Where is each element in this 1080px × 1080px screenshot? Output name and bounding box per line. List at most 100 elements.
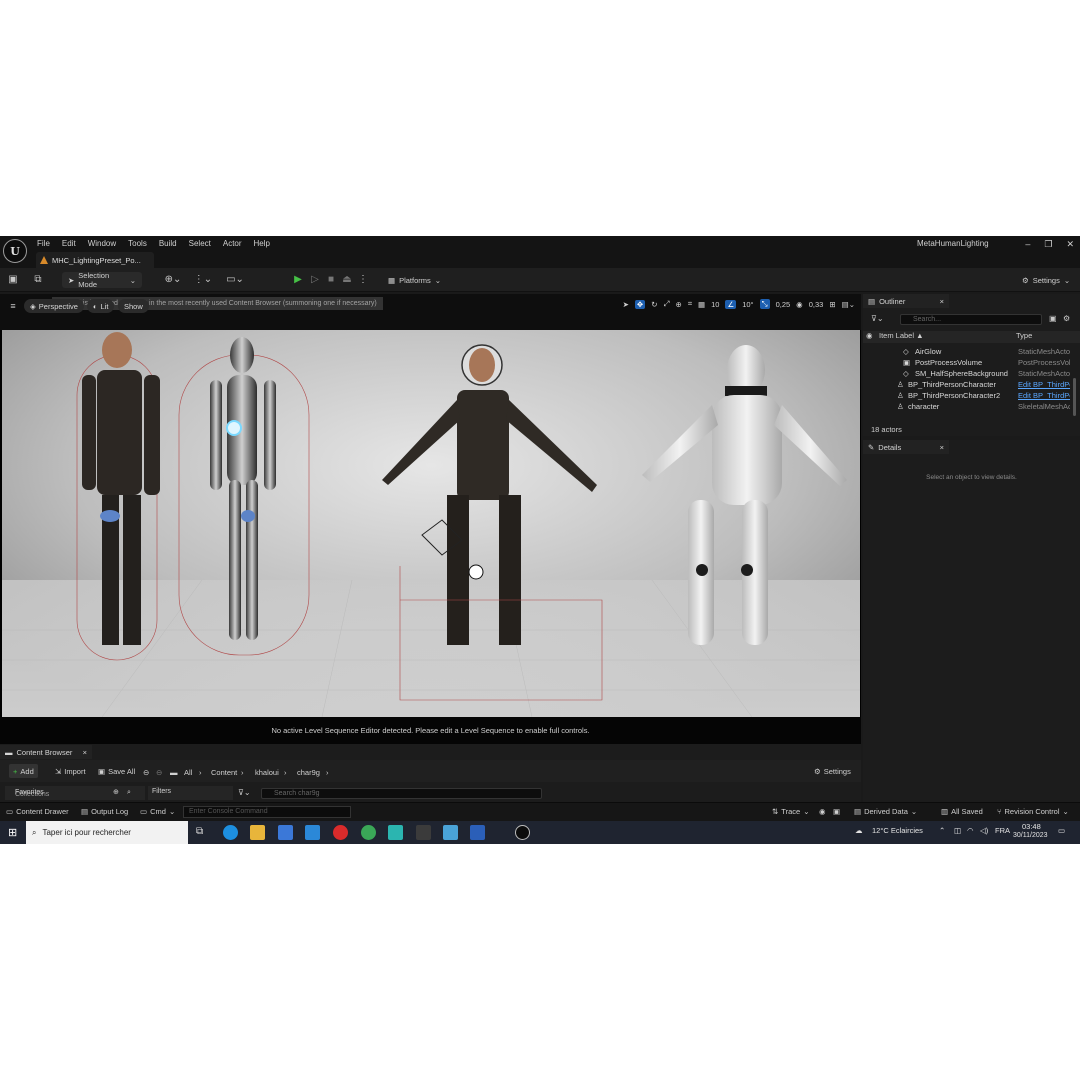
close-button[interactable]: ✕ [1066,239,1074,250]
menu-select[interactable]: Select [189,238,218,250]
edit-blueprint-link[interactable]: Edit BP_ThirdPe [1018,379,1070,390]
menu-actor[interactable]: Actor [223,238,249,250]
search-icon[interactable]: ⌕ [127,786,131,800]
menu-edit[interactable]: Edit [62,238,83,250]
outliner-search-input[interactable]: Search... [900,314,1042,325]
content-search-input[interactable]: Search char9g [261,788,542,799]
translate-tool-icon[interactable]: ✥ [634,299,646,309]
maximize-button[interactable]: ❐ [1044,239,1052,250]
scale-snap-icon[interactable]: ⤡ [759,299,770,309]
level-viewport[interactable]: ≡ Finds this level and selects it in the… [0,294,861,745]
grid-snap-icon[interactable]: ▦ [698,300,705,309]
minimize-button[interactable]: – [1025,239,1030,250]
security-icon[interactable] [416,825,431,840]
task-view-icon[interactable]: ⧉ [196,826,203,837]
menu-window[interactable]: Window [88,238,123,250]
chrome-icon[interactable] [361,825,376,840]
camera-speed-icon[interactable]: ◉ [796,300,803,309]
menu-help[interactable]: Help [254,238,277,250]
add-button[interactable]: + Add [9,764,38,778]
stop-icon[interactable]: ■ [324,273,338,287]
save-icon[interactable]: ▣ [6,273,20,287]
taskbar-search[interactable]: ⌕ Taper ici pour rechercher [26,821,188,844]
clock-date[interactable]: 30/11/2023 [1013,832,1048,839]
filter-icon[interactable]: ⊽⌄ [238,788,251,797]
grid-snap-value[interactable]: 10 [711,300,719,309]
outliner-row-halfsphere[interactable]: ◇ SM_HalfSphereBackground StaticMeshActo… [863,368,1080,379]
blueprint-icon[interactable]: ⋮⌄ [192,273,214,287]
edge-icon[interactable] [223,825,238,840]
outliner-row-airglow[interactable]: ◇ AirGlow StaticMeshActor [863,346,1080,357]
unreal-logo-icon[interactable]: U [3,239,27,263]
browse-level-icon[interactable]: ⧉ [31,273,45,287]
edit-blueprint-link[interactable]: Edit BP_ThirdPe [1018,390,1070,401]
tab-content-browser[interactable]: ▬ Content Browser × [0,745,92,759]
layout-icon[interactable]: ⊞ [829,300,835,309]
play-options-icon[interactable]: ⋮ [356,273,370,287]
outliner-scrollbar[interactable] [1073,378,1076,416]
menu-tools[interactable]: Tools [128,238,154,250]
viewport-layout-icon[interactable]: ▤⌄ [842,300,855,309]
rotation-snap-icon[interactable]: ∠ [725,299,737,309]
app-icon[interactable] [443,825,458,840]
outliner-row-bp-thirdperson2[interactable]: ♙ BP_ThirdPersonCharacter2 Edit BP_Third… [863,390,1080,401]
play-icon[interactable]: ▶ [291,273,305,287]
content-drawer-button[interactable]: ▭ Content Drawer [6,807,69,816]
new-folder-icon[interactable]: ▣ [1049,314,1057,323]
breadcrumb-content[interactable]: Content [211,768,237,777]
console-input[interactable]: Enter Console Command [183,806,351,818]
unreal-taskbar-icon[interactable] [515,825,530,840]
surface-snap-icon[interactable]: ⌗ [688,299,692,309]
history-forward-icon[interactable]: ⊖ [156,768,162,777]
selection-mode-dropdown[interactable]: ➤ Selection Mode ⌄ [62,271,142,289]
close-icon[interactable]: × [83,748,87,757]
level-tab[interactable]: MHC_LightingPreset_Po... [36,252,154,268]
sources-panel-header[interactable]: Favorites Collections ⊕ ⌕ [5,786,145,800]
show-button[interactable]: Show [118,299,149,313]
eye-icon[interactable]: ◉ [866,331,873,340]
store-icon[interactable] [278,825,293,840]
rotation-snap-value[interactable]: 10° [742,300,753,309]
weather-label[interactable]: 12°C Eclaircies [872,826,923,835]
tray-chevron-icon[interactable]: ⌃ [939,826,945,835]
all-saved-button[interactable]: ▥ All Saved [941,807,983,816]
settings-dropdown[interactable]: ⚙ Settings ⌄ [1016,272,1076,288]
scale-tool-icon[interactable]: ⤢ [664,299,670,309]
outliner-row-character[interactable]: ♙ character SkeletalMeshActor [863,401,1080,412]
clock-time[interactable]: 03:48 [1022,822,1041,831]
weather-icon[interactable]: ☁ [855,826,863,835]
file-explorer-icon[interactable] [250,825,265,840]
derived-data-dropdown[interactable]: ▤ Derived Data ⌄ [854,807,917,816]
perspective-button[interactable]: ◈ Perspective [24,299,84,313]
save-all-button[interactable]: ▣ Save All [94,764,139,778]
platforms-dropdown[interactable]: ▦ Platforms ⌄ [382,272,447,288]
lit-button[interactable]: ◐ Lit [87,299,115,313]
output-log-button[interactable]: ▤ Output Log [81,807,128,816]
record-icon[interactable]: ◉ [819,807,826,816]
scale-snap-value[interactable]: 0,25 [776,300,791,309]
breadcrumb-all[interactable]: All [184,768,192,777]
add-collection-icon[interactable]: ⊕ [113,786,119,800]
menu-file[interactable]: File [37,238,57,250]
screenshot-icon[interactable]: ▣ [833,807,840,816]
windows-start-icon[interactable]: ⊞ [8,826,17,839]
outliner-row-postprocessvolume[interactable]: ▣ PostProcessVolume PostProcessVolume [863,357,1080,368]
step-icon[interactable]: ▷ [308,273,322,287]
outliner-row-bp-thirdperson[interactable]: ♙ BP_ThirdPersonCharacter Edit BP_ThirdP… [863,379,1080,390]
cinematics-icon[interactable]: ▭⌄ [224,273,246,287]
hamburger-icon[interactable]: ≡ [6,299,20,313]
notifications-icon[interactable]: ▭ [1058,826,1065,835]
revision-control-dropdown[interactable]: ⑂ Revision Control ⌄ [997,807,1069,816]
rotate-tool-icon[interactable]: ↻ [651,300,657,309]
wifi-icon[interactable]: ◠ [967,826,974,835]
gear-icon[interactable]: ⚙ [1063,314,1070,323]
close-icon[interactable]: × [940,443,944,452]
column-item-label[interactable]: Item Label ▲ [879,331,924,340]
opera-icon[interactable] [333,825,348,840]
tab-outliner[interactable]: ▤ Outliner × [863,294,949,308]
word-icon[interactable] [470,825,485,840]
camera-speed-value[interactable]: 0,33 [809,300,824,309]
cmd-dropdown[interactable]: ▭ Cmd ⌄ [140,807,175,816]
language-label[interactable]: FRA [995,826,1010,835]
import-button[interactable]: ⇲ Import [51,764,90,778]
